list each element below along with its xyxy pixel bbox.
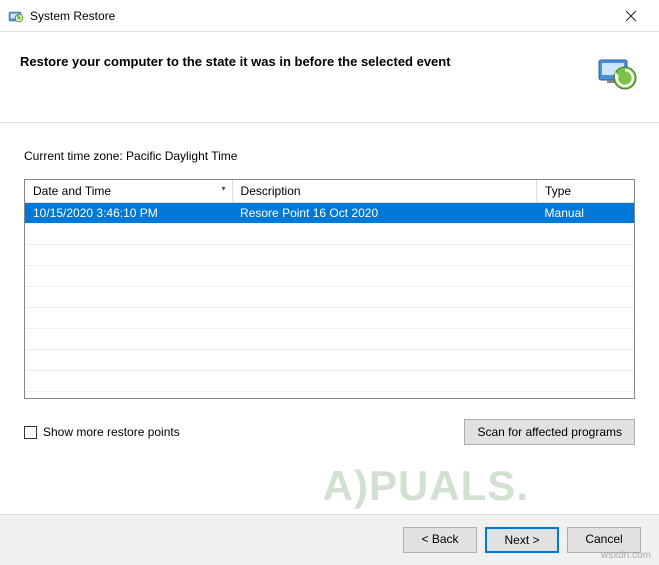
checkbox-icon xyxy=(24,426,37,439)
show-more-checkbox[interactable]: Show more restore points xyxy=(24,425,180,439)
titlebar: System Restore xyxy=(0,0,659,32)
table-row-empty xyxy=(25,224,634,245)
table-row-empty xyxy=(25,245,634,266)
column-header-description[interactable]: Description xyxy=(232,180,537,203)
next-button[interactable]: Next > xyxy=(485,527,559,553)
below-table-row: Show more restore points Scan for affect… xyxy=(24,419,635,445)
table-row-empty xyxy=(25,329,634,350)
window-title: System Restore xyxy=(30,9,611,23)
column-header-datetime[interactable]: Date and Time ▾ xyxy=(25,180,232,203)
column-label: Description xyxy=(241,184,301,198)
close-button[interactable] xyxy=(611,2,651,30)
timezone-label: Current time zone: Pacific Daylight Time xyxy=(24,149,635,163)
column-label: Date and Time xyxy=(33,184,111,198)
system-restore-icon xyxy=(8,8,24,24)
table-row-empty xyxy=(25,266,634,287)
table-row-empty xyxy=(25,350,634,371)
table-row[interactable]: 10/15/2020 3:46:10 PM Resore Point 16 Oc… xyxy=(25,203,634,224)
checkbox-label: Show more restore points xyxy=(43,425,180,439)
table-row-empty xyxy=(25,287,634,308)
back-button[interactable]: < Back xyxy=(403,527,477,553)
column-header-type[interactable]: Type xyxy=(537,180,634,203)
close-icon xyxy=(625,10,637,22)
page-heading: Restore your computer to the state it wa… xyxy=(20,50,451,69)
watermark: A)PUALS. xyxy=(323,462,529,510)
table-row-empty xyxy=(25,308,634,329)
cell-description: Resore Point 16 Oct 2020 xyxy=(232,203,537,224)
restore-hero-icon xyxy=(595,50,639,94)
footer: < Back Next > Cancel xyxy=(0,514,659,565)
cell-type: Manual xyxy=(537,203,634,224)
sort-desc-icon: ▾ xyxy=(222,184,226,193)
scan-affected-button[interactable]: Scan for affected programs xyxy=(464,419,635,445)
column-label: Type xyxy=(545,184,571,198)
table-row-empty xyxy=(25,371,634,392)
header: Restore your computer to the state it wa… xyxy=(0,32,659,122)
content-area: Current time zone: Pacific Daylight Time… xyxy=(0,122,659,465)
cell-datetime: 10/15/2020 3:46:10 PM xyxy=(25,203,232,224)
restore-points-table[interactable]: Date and Time ▾ Description Type 10/15/2… xyxy=(24,179,635,399)
source-label: wsxdn.com xyxy=(601,550,651,561)
